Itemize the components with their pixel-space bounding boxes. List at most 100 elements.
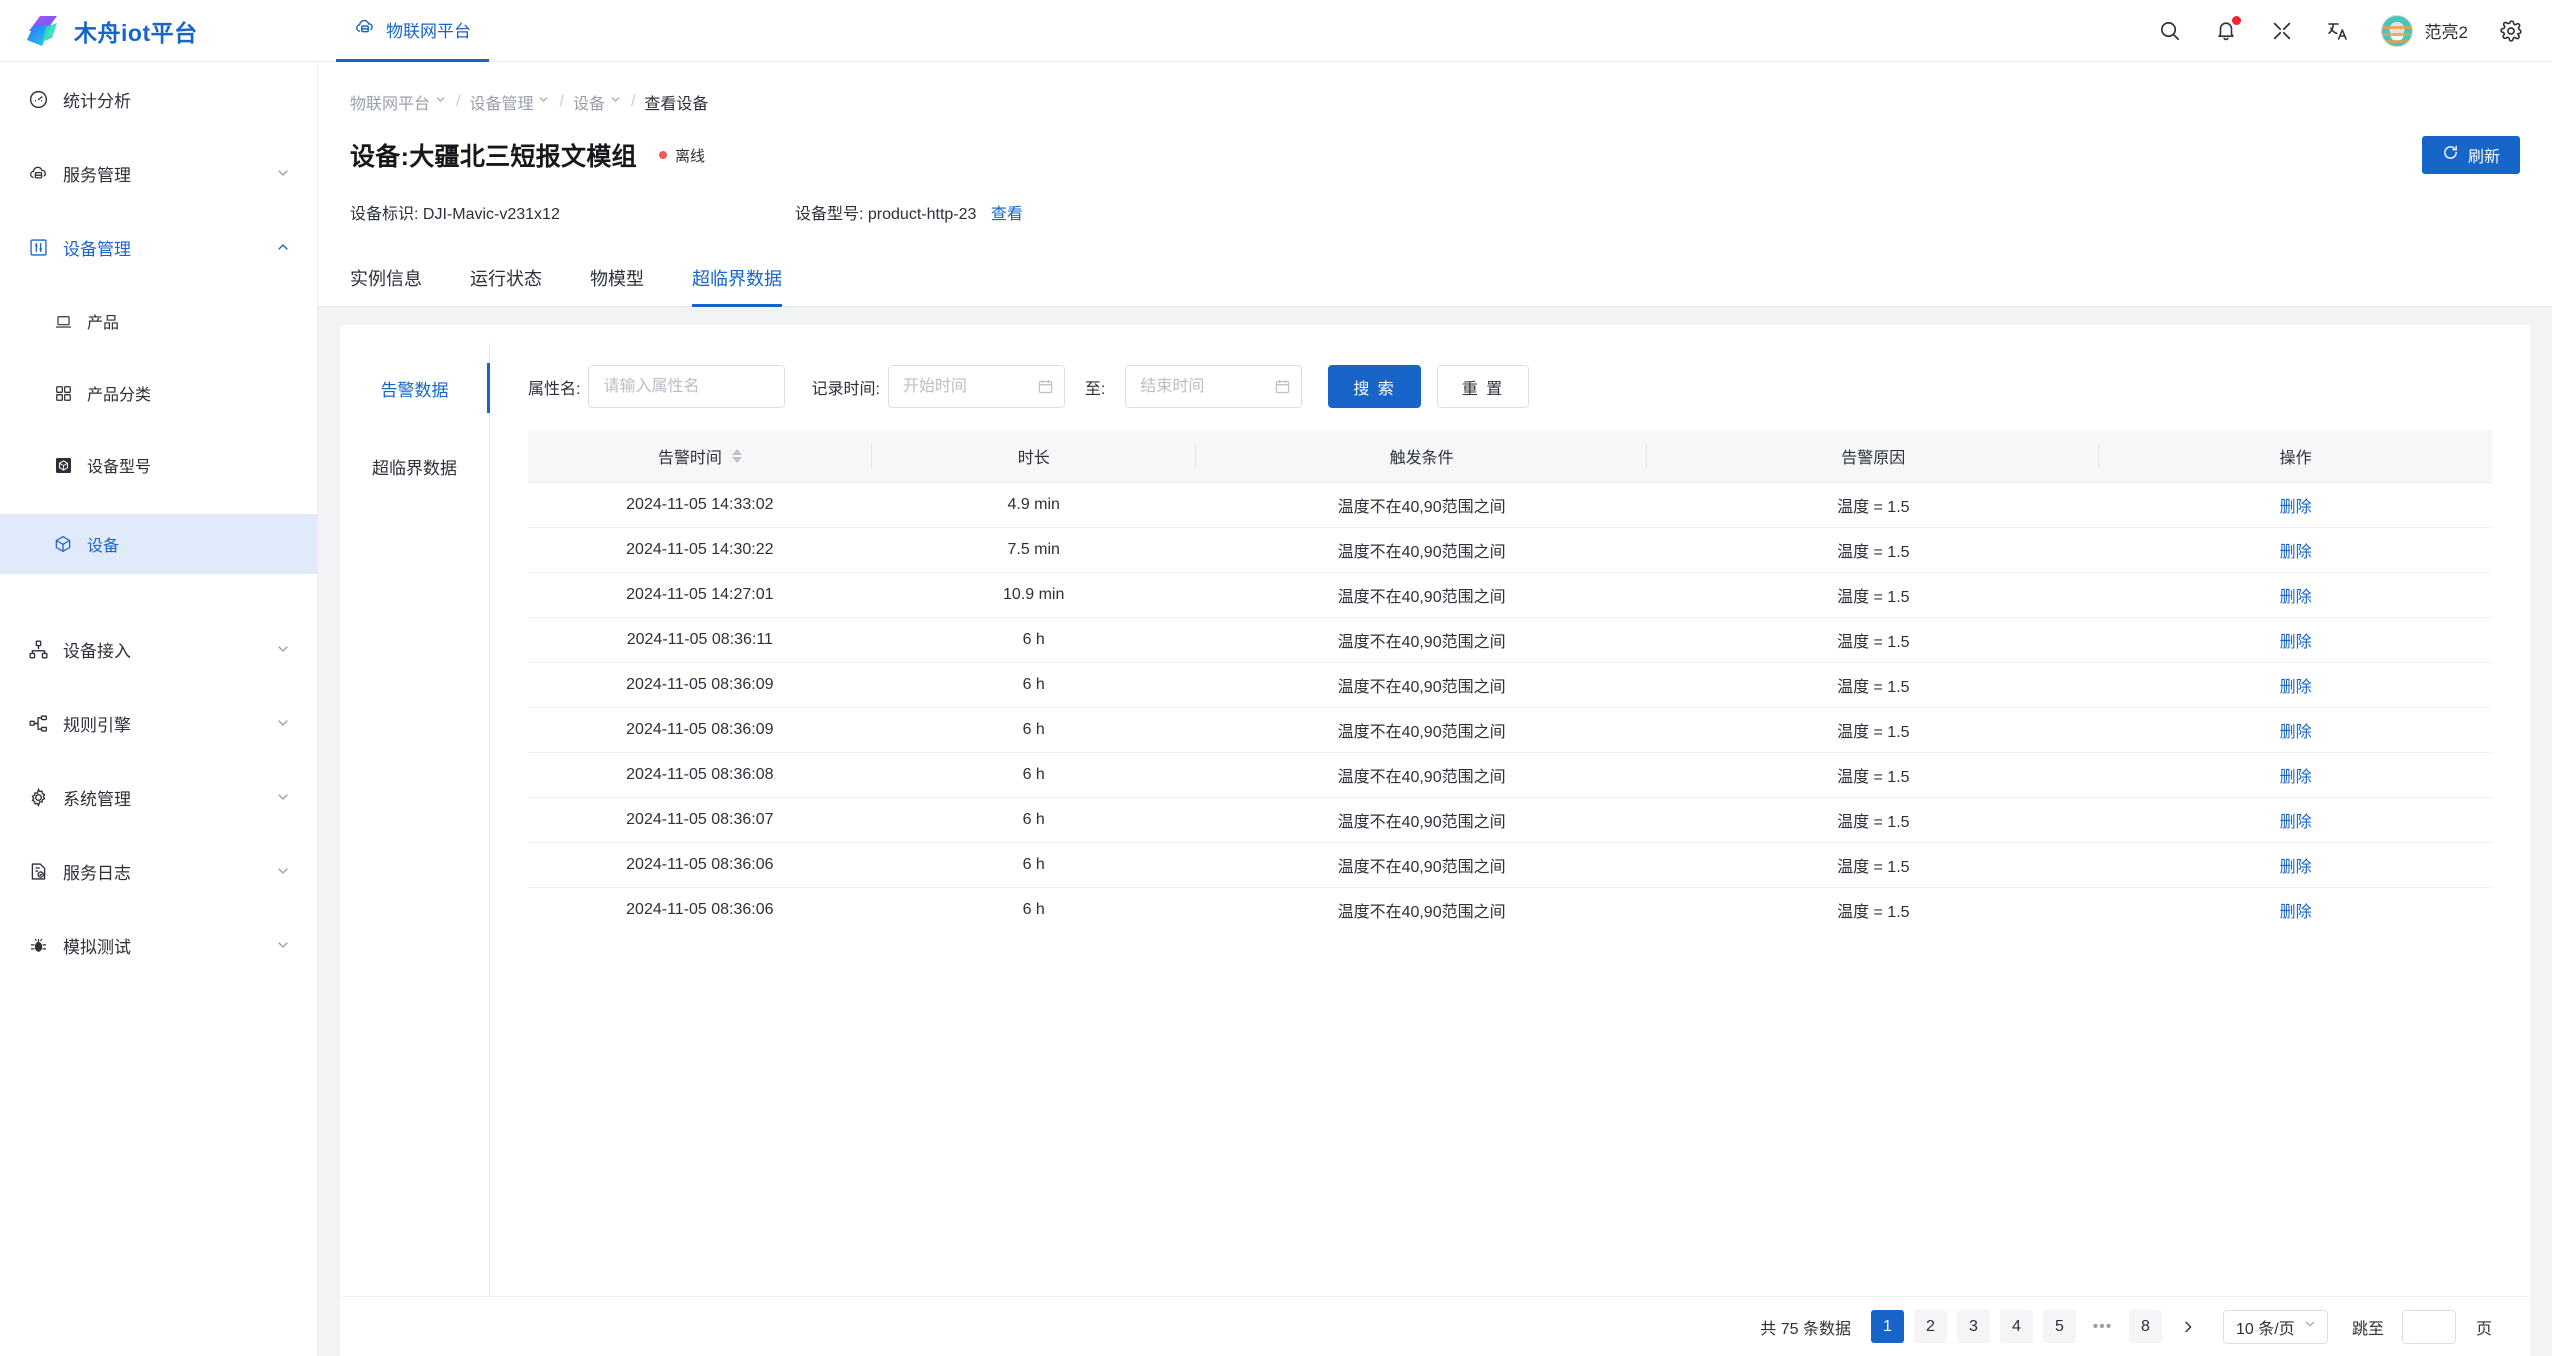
cell-alarm-time: 2024-11-05 08:36:09 bbox=[528, 662, 872, 707]
delete-link[interactable]: 删除 bbox=[2280, 679, 2312, 696]
breadcrumb: 物联网平台 / 设备管理 / 设备 bbox=[318, 62, 2552, 114]
delete-link[interactable]: 删除 bbox=[2280, 544, 2312, 561]
cell-trigger-condition: 温度不在40,90范围之间 bbox=[1196, 752, 1648, 797]
sidebar-item-product-category[interactable]: 产品分类 bbox=[0, 370, 317, 416]
table-header-row: 告警时间 时长 触发条件 bbox=[528, 430, 2492, 482]
cell-alarm-reason: 温度 = 1.5 bbox=[1647, 797, 2099, 842]
top-tab-iot-platform[interactable]: 物联网平台 bbox=[336, 0, 489, 62]
jump-to-input[interactable] bbox=[2402, 1310, 2456, 1344]
sidebar-item-statistics[interactable]: 统计分析 bbox=[0, 76, 317, 122]
delete-link[interactable]: 删除 bbox=[2280, 634, 2312, 651]
page-ellipsis[interactable]: ••• bbox=[2086, 1310, 2119, 1343]
translate-icon[interactable] bbox=[2325, 18, 2351, 44]
brand[interactable]: 木舟iot平台 bbox=[0, 0, 318, 61]
sidebar-item-device-access[interactable]: 设备接入 bbox=[0, 626, 317, 672]
reset-button[interactable]: 重 置 bbox=[1437, 365, 1529, 408]
sidebar-item-device-model[interactable]: 设备型号 bbox=[0, 442, 317, 488]
notification-badge bbox=[2232, 16, 2241, 25]
alarm-table: 告警时间 时长 触发条件 bbox=[528, 430, 2492, 932]
chevron-down-icon bbox=[537, 93, 550, 111]
top-tab-bar: 物联网平台 bbox=[318, 0, 489, 61]
device-model-view-link[interactable]: 查看 bbox=[991, 206, 1023, 223]
cell-duration: 10.9 min bbox=[872, 572, 1196, 617]
cell-duration: 4.9 min bbox=[872, 482, 1196, 527]
laptop-icon bbox=[52, 312, 74, 331]
table-row: 2024-11-05 08:36:066 h温度不在40,90范围之间温度 = … bbox=[528, 842, 2492, 887]
gear-icon[interactable] bbox=[2498, 18, 2524, 44]
refresh-button[interactable]: 刷新 bbox=[2422, 136, 2520, 174]
breadcrumb-item-1[interactable]: 设备管理 bbox=[469, 90, 550, 114]
model-solid-icon bbox=[52, 456, 74, 475]
right-pane: 属性名: 记录时间: 至: bbox=[490, 343, 2530, 1296]
delete-link[interactable]: 删除 bbox=[2280, 724, 2312, 741]
breadcrumb-separator: / bbox=[557, 93, 565, 111]
cell-trigger-condition: 温度不在40,90范围之间 bbox=[1196, 662, 1648, 707]
cell-trigger-condition: 温度不在40,90范围之间 bbox=[1196, 842, 1648, 887]
page-button-last[interactable]: 8 bbox=[2129, 1310, 2162, 1343]
device-meta: 设备标识: DJI-Mavic-v231x12 设备型号: product-ht… bbox=[318, 174, 2552, 224]
sidebar-item-device[interactable]: 设备 bbox=[0, 514, 317, 574]
sidebar-item-rule-engine[interactable]: 规则引擎 bbox=[0, 700, 317, 746]
end-time-input[interactable] bbox=[1125, 365, 1302, 408]
attribute-name-input[interactable] bbox=[588, 365, 785, 408]
cell-alarm-time: 2024-11-05 08:36:08 bbox=[528, 752, 872, 797]
table-row: 2024-11-05 14:27:0110.9 min温度不在40,90范围之间… bbox=[528, 572, 2492, 617]
sub-tab-alarm-data[interactable]: 告警数据 bbox=[340, 363, 489, 413]
pagination-total: 共 75 条数据 bbox=[1760, 1315, 1851, 1339]
sidebar-item-system-management[interactable]: 系统管理 bbox=[0, 774, 317, 820]
breadcrumb-label: 设备 bbox=[573, 90, 605, 114]
cell-operation: 删除 bbox=[2099, 662, 2492, 707]
fullscreen-icon[interactable] bbox=[2269, 18, 2295, 44]
sort-toggle-icon[interactable] bbox=[732, 449, 742, 463]
bell-icon[interactable] bbox=[2213, 18, 2239, 44]
breadcrumb-item-0[interactable]: 物联网平台 bbox=[350, 90, 447, 114]
breadcrumb-item-2[interactable]: 设备 bbox=[573, 90, 622, 114]
page-button-4[interactable]: 4 bbox=[2000, 1310, 2033, 1343]
column-label: 告警原因 bbox=[1841, 444, 1905, 468]
delete-link[interactable]: 删除 bbox=[2280, 499, 2312, 516]
status-dot-icon bbox=[659, 151, 667, 159]
sidebar-item-simulation-test[interactable]: 模拟测试 bbox=[0, 922, 317, 968]
column-label: 时长 bbox=[1018, 444, 1050, 468]
cell-operation: 删除 bbox=[2099, 887, 2492, 932]
sidebar-item-service-log[interactable]: 服务日志 bbox=[0, 848, 317, 894]
page-button-5[interactable]: 5 bbox=[2043, 1310, 2076, 1343]
delete-link[interactable]: 删除 bbox=[2280, 769, 2312, 786]
delete-link[interactable]: 删除 bbox=[2280, 814, 2312, 831]
tab-supercritical-data[interactable]: 超临界数据 bbox=[692, 265, 782, 307]
delete-link[interactable]: 删除 bbox=[2280, 859, 2312, 876]
sidebar-item-product[interactable]: 产品 bbox=[0, 298, 317, 344]
detail-tabs: 实例信息 运行状态 物模型 超临界数据 bbox=[318, 236, 2552, 307]
tab-runtime-status[interactable]: 运行状态 bbox=[470, 265, 542, 307]
cell-duration: 7.5 min bbox=[872, 527, 1196, 572]
sub-tab-supercritical-data[interactable]: 超临界数据 bbox=[340, 441, 489, 491]
column-label: 触发条件 bbox=[1390, 444, 1454, 468]
page-button-2[interactable]: 2 bbox=[1914, 1310, 1947, 1343]
column-label: 告警时间 bbox=[658, 444, 722, 468]
user-menu[interactable]: 范亮2 bbox=[2381, 15, 2468, 47]
delete-link[interactable]: 删除 bbox=[2280, 904, 2312, 921]
breadcrumb-label: 物联网平台 bbox=[350, 90, 430, 114]
page-button-1[interactable]: 1 bbox=[1871, 1310, 1904, 1343]
tab-thing-model[interactable]: 物模型 bbox=[590, 265, 644, 307]
page-button-3[interactable]: 3 bbox=[1957, 1310, 1990, 1343]
cell-operation: 删除 bbox=[2099, 482, 2492, 527]
cell-duration: 6 h bbox=[872, 662, 1196, 707]
chevron-right-icon[interactable] bbox=[2172, 1310, 2205, 1343]
page-title: 设备:大疆北三短报文模组 bbox=[350, 137, 637, 173]
delete-link[interactable]: 删除 bbox=[2280, 589, 2312, 606]
table-row: 2024-11-05 08:36:096 h温度不在40,90范围之间温度 = … bbox=[528, 662, 2492, 707]
tab-instance-info[interactable]: 实例信息 bbox=[350, 265, 422, 307]
page-size-select[interactable]: 10 条/页 bbox=[2223, 1310, 2328, 1344]
cell-alarm-time: 2024-11-05 08:36:07 bbox=[528, 797, 872, 842]
attribute-name-label: 属性名: bbox=[528, 375, 580, 399]
sidebar-item-label: 产品分类 bbox=[87, 381, 151, 405]
sidebar-item-service-management[interactable]: 服务管理 bbox=[0, 150, 317, 196]
column-header-alarm-time[interactable]: 告警时间 bbox=[528, 430, 872, 482]
column-header-operation: 操作 bbox=[2099, 430, 2492, 482]
search-icon[interactable] bbox=[2157, 18, 2183, 44]
start-time-input[interactable] bbox=[888, 365, 1065, 408]
search-button[interactable]: 搜 索 bbox=[1328, 365, 1420, 408]
sidebar-item-device-management[interactable]: 设备管理 bbox=[0, 224, 317, 270]
sidebar-item-label: 统计分析 bbox=[63, 87, 291, 112]
